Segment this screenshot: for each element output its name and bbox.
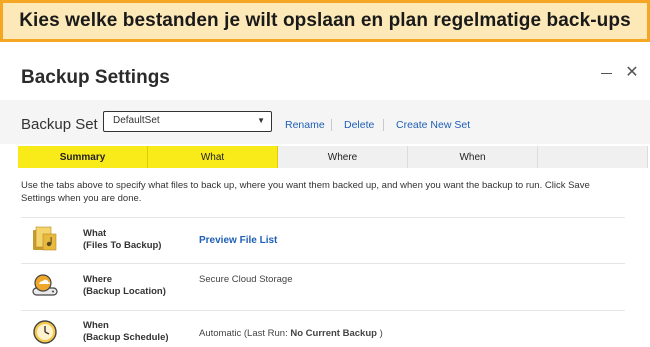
tab-empty xyxy=(538,146,648,168)
preview-file-list-link[interactable]: Preview File List xyxy=(199,235,277,246)
banner: Kies welke bestanden je wilt opslaan en … xyxy=(0,0,650,42)
instructions-text: Use the tabs above to specify what files… xyxy=(21,180,590,204)
row-where-subtitle: (Backup Location) xyxy=(83,286,166,297)
cloud-drive-icon xyxy=(32,274,58,296)
close-icon: ✕ xyxy=(625,64,639,81)
tab-what[interactable]: What xyxy=(148,146,278,168)
backup-set-label: Backup Set xyxy=(21,116,98,133)
rename-link[interactable]: Rename xyxy=(285,119,325,131)
tab-summary-label: Summary xyxy=(59,151,106,163)
row-where-label: Where xyxy=(83,274,113,285)
banner-inner: Kies welke bestanden je wilt opslaan en … xyxy=(3,3,647,39)
clock-icon xyxy=(33,320,57,344)
schedule-suffix: ) xyxy=(376,328,383,339)
schedule-prefix: Automatic (Last Run: xyxy=(199,328,291,339)
row-divider xyxy=(21,217,625,218)
tab-when-label: When xyxy=(459,151,486,163)
chevron-down-icon: ▼ xyxy=(257,116,265,125)
row-when-subtitle: (Backup Schedule) xyxy=(83,332,169,343)
banner-text: Kies welke bestanden je wilt opslaan en … xyxy=(19,10,631,31)
settings-tabs: Summary What Where When xyxy=(18,146,648,168)
page-title: Backup Settings xyxy=(21,67,170,88)
backup-set-value: DefaultSet xyxy=(113,115,160,126)
tab-where[interactable]: Where xyxy=(278,146,408,168)
close-button[interactable]: ✕ xyxy=(623,64,641,82)
folder-files-icon xyxy=(33,226,57,251)
tab-when[interactable]: When xyxy=(408,146,538,168)
row-divider xyxy=(21,310,625,311)
backup-set-select[interactable]: DefaultSet ▼ xyxy=(103,111,272,132)
backup-set-bar: Backup Set DefaultSet ▼ Rename Delete Cr… xyxy=(0,100,650,144)
backup-schedule-value: Automatic (Last Run: No Current Backup ) xyxy=(199,328,383,339)
last-run-status: No Current Backup xyxy=(290,328,377,339)
divider xyxy=(331,119,332,131)
row-divider xyxy=(21,263,625,264)
divider xyxy=(383,119,384,131)
row-when-label: When xyxy=(83,320,109,331)
minimize-button[interactable] xyxy=(598,64,616,82)
tab-where-label: Where xyxy=(327,151,358,163)
row-what-title: What (Files To Backup) xyxy=(83,228,161,252)
backup-location-value: Secure Cloud Storage xyxy=(199,274,293,285)
delete-link[interactable]: Delete xyxy=(344,119,374,131)
tab-what-label: What xyxy=(200,151,225,163)
minimize-icon xyxy=(601,73,612,74)
row-when-title: When (Backup Schedule) xyxy=(83,320,169,344)
backup-settings-window: Backup Settings ✕ Backup Set DefaultSet … xyxy=(0,42,650,347)
row-where-title: Where (Backup Location) xyxy=(83,274,166,298)
row-what-label: What xyxy=(83,228,107,239)
create-new-set-link[interactable]: Create New Set xyxy=(396,119,470,131)
tab-summary[interactable]: Summary xyxy=(18,146,148,168)
row-what-subtitle: (Files To Backup) xyxy=(83,240,162,251)
